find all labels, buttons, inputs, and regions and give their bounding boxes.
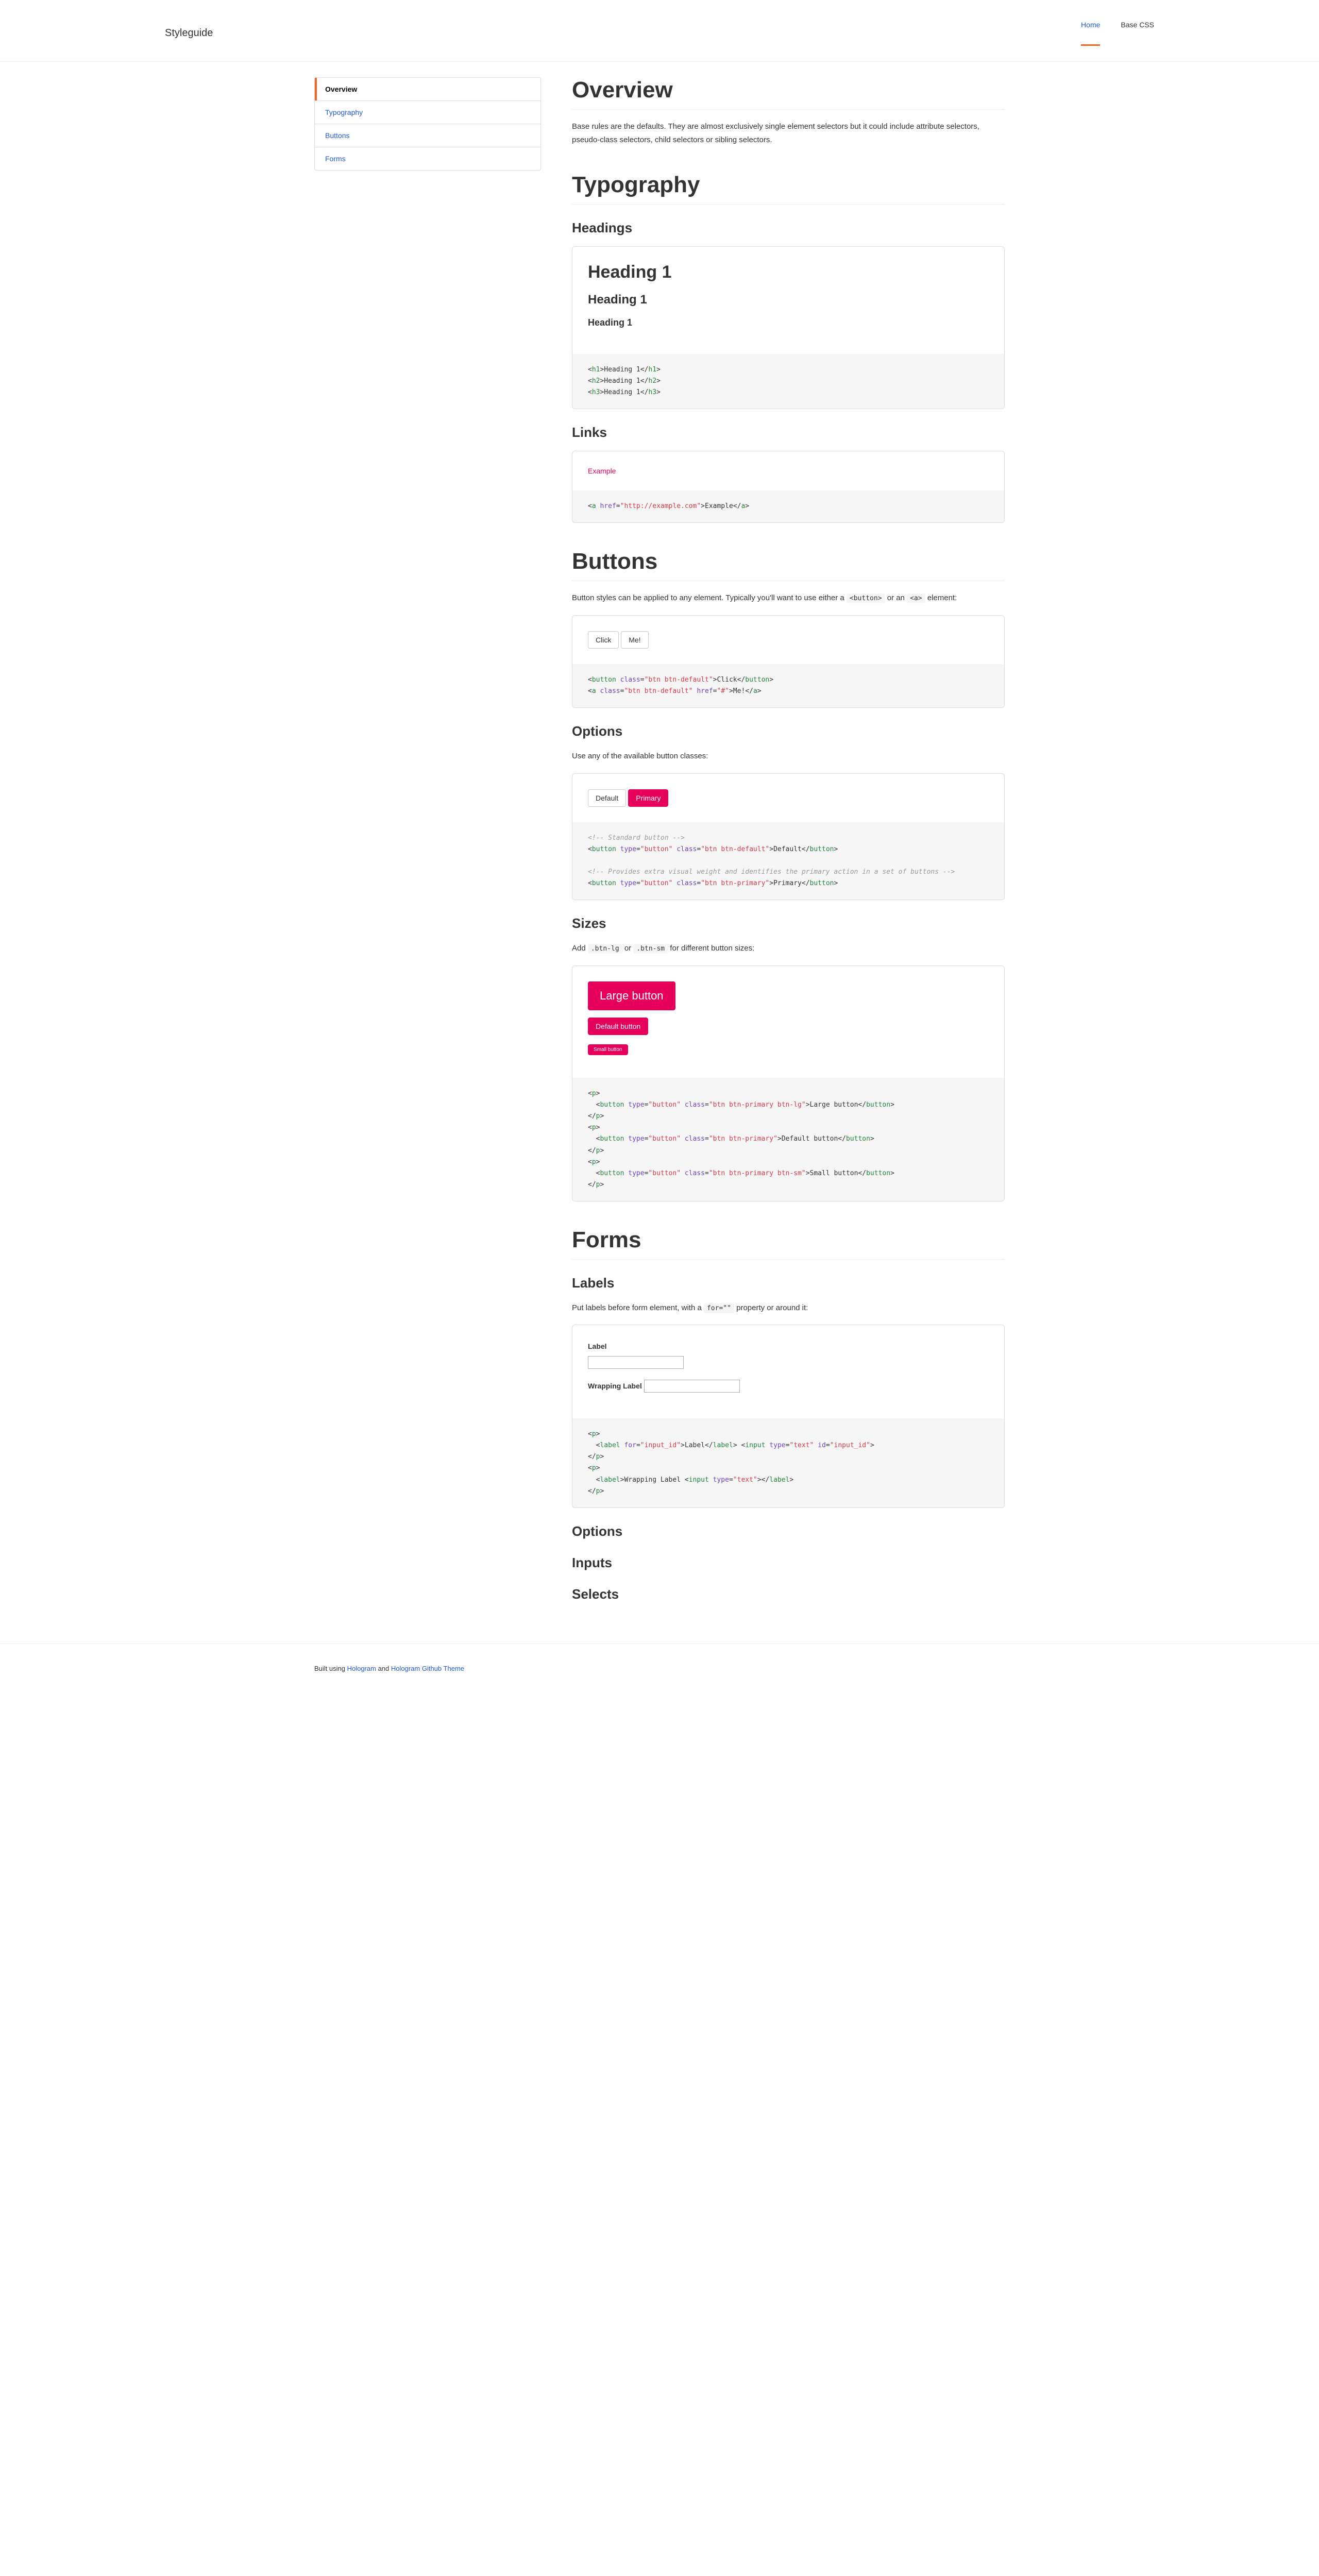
wrapping-label: Wrapping Label xyxy=(588,1382,740,1390)
wrapping-input[interactable] xyxy=(644,1380,740,1393)
sizes-example: Large button Default button Small button… xyxy=(572,965,1005,1201)
sidebar-item-typography[interactable]: Typography xyxy=(315,101,540,124)
labels-example: Label Wrapping Label <p> <label for="inp… xyxy=(572,1325,1005,1507)
sidebar-item-buttons[interactable]: Buttons xyxy=(315,124,540,147)
labels-code: <p> <label for="input_id">Label</label> … xyxy=(572,1418,1004,1507)
top-nav: Home Base CSS xyxy=(1081,21,1154,46)
header: Styleguide Home Base CSS xyxy=(0,0,1319,62)
buttons-title: Buttons xyxy=(572,549,1005,581)
sizes-title: Sizes xyxy=(572,916,1005,931)
headings-code: <h1>Heading 1</h1> <h2>Heading 1</h2> <h… xyxy=(572,354,1004,409)
footer: Built using Hologram and Hologram Github… xyxy=(0,1643,1319,1693)
me-button[interactable]: Me! xyxy=(621,631,648,649)
buttons-example: Click Me! <button class="btn btn-default… xyxy=(572,615,1005,708)
selects-title: Selects xyxy=(572,1586,1005,1602)
primary-button[interactable]: Primary xyxy=(628,789,668,807)
forms-title: Forms xyxy=(572,1227,1005,1260)
options-example: Default Primary <!-- Standard button -->… xyxy=(572,773,1005,900)
default-button[interactable]: Default xyxy=(588,789,626,807)
example-h2: Heading 1 xyxy=(588,293,989,307)
options-text: Use any of the available button classes: xyxy=(572,750,1005,763)
links-example: Example <a href="http://example.com">Exa… xyxy=(572,451,1005,523)
headings-title: Headings xyxy=(572,220,1005,236)
labels-text: Put labels before form element, with a f… xyxy=(572,1301,1005,1315)
sidebar-item-overview[interactable]: Overview xyxy=(315,78,540,101)
small-button[interactable]: Small button xyxy=(588,1044,628,1055)
form-options-title: Options xyxy=(572,1523,1005,1539)
theme-link[interactable]: Hologram Github Theme xyxy=(391,1665,464,1672)
sizes-code: <p> <button type="button" class="btn btn… xyxy=(572,1078,1004,1201)
sidebar: Overview Typography Buttons Forms xyxy=(314,77,541,1613)
hologram-link[interactable]: Hologram xyxy=(347,1665,376,1672)
example-h1: Heading 1 xyxy=(588,262,989,282)
nav-home[interactable]: Home xyxy=(1081,21,1100,46)
overview-text: Base rules are the defaults. They are al… xyxy=(572,120,1005,146)
buttons-code: <button class="btn btn-default">Click</b… xyxy=(572,664,1004,707)
options-title: Options xyxy=(572,723,1005,739)
links-title: Links xyxy=(572,425,1005,440)
typography-title: Typography xyxy=(572,172,1005,205)
label-input[interactable] xyxy=(588,1356,684,1369)
labels-title: Labels xyxy=(572,1275,1005,1291)
content: Overview Base rules are the defaults. Th… xyxy=(572,77,1005,1613)
logo: Styleguide xyxy=(165,27,213,39)
buttons-intro: Button styles can be applied to any elem… xyxy=(572,591,1005,605)
overview-title: Overview xyxy=(572,77,1005,110)
nav-base-css[interactable]: Base CSS xyxy=(1121,21,1154,46)
click-button[interactable]: Click xyxy=(588,631,619,649)
options-code: <!-- Standard button --> <button type="b… xyxy=(572,822,1004,900)
example-link[interactable]: Example xyxy=(588,467,616,475)
links-code: <a href="http://example.com">Example</a> xyxy=(572,490,1004,522)
headings-example: Heading 1 Heading 1 Heading 1 <h1>Headin… xyxy=(572,246,1005,409)
sidebar-item-forms[interactable]: Forms xyxy=(315,147,540,170)
large-button[interactable]: Large button xyxy=(588,981,675,1010)
example-h3: Heading 1 xyxy=(588,317,989,328)
form-label: Label xyxy=(588,1341,989,1353)
default-size-button[interactable]: Default button xyxy=(588,1018,648,1035)
sizes-text: Add .btn-lg or .btn-sm for different but… xyxy=(572,942,1005,955)
inputs-title: Inputs xyxy=(572,1555,1005,1571)
